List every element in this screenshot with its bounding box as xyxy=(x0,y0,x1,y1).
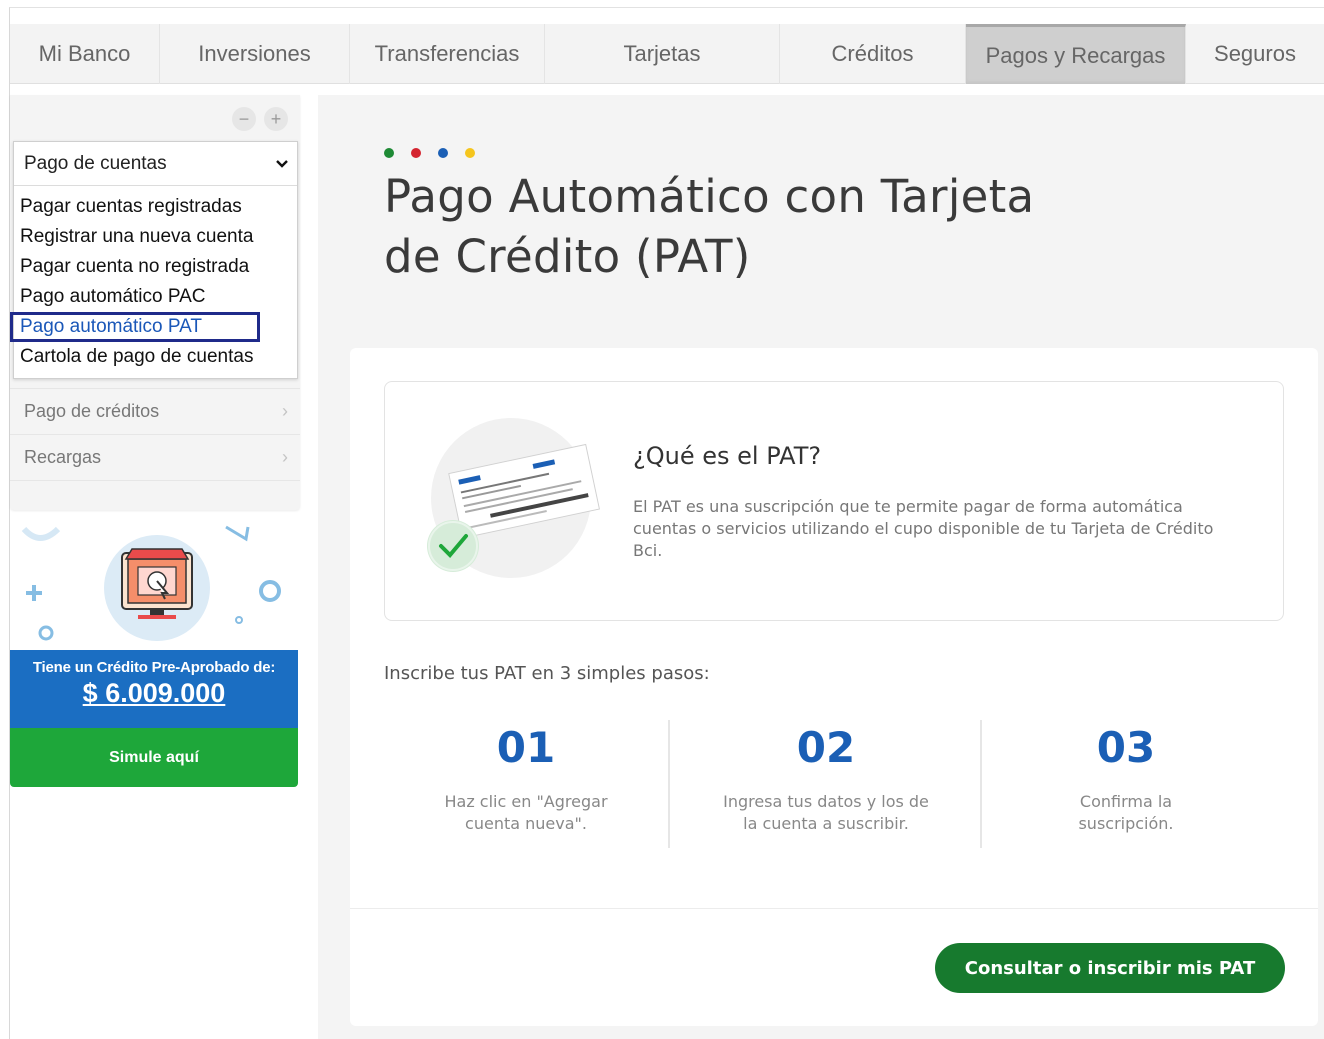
sidebar-item-recargas[interactable]: Recargas › xyxy=(10,434,300,480)
red-dot xyxy=(411,148,421,158)
step-number: 02 xyxy=(796,723,856,772)
brand-dots xyxy=(384,148,475,158)
pat-card: ¿Qué es el PAT? El PAT es una suscripció… xyxy=(350,348,1318,1026)
tab-pagos-y-recargas[interactable]: Pagos y Recargas xyxy=(966,24,1186,84)
sidebar-empty-row xyxy=(10,480,300,510)
dropdown-option-pagar-registradas[interactable]: Pagar cuentas registradas xyxy=(14,192,297,222)
zoom-controls: − + xyxy=(232,107,288,131)
zoom-out-button[interactable]: − xyxy=(232,107,256,131)
page-title-line2: de Crédito (PAT) xyxy=(384,230,751,283)
tab-mi-banco[interactable]: Mi Banco xyxy=(10,24,160,84)
pat-info-title: ¿Qué es el PAT? xyxy=(633,442,822,470)
step-description-line2: suscripción. xyxy=(1078,814,1174,833)
step-number: 01 xyxy=(496,723,556,772)
sidebar-item-label: Recargas xyxy=(24,447,102,467)
top-navigation: Mi Banco Inversiones Transferencias Tarj… xyxy=(10,24,1324,84)
dropdown-option-pagar-no-registrada[interactable]: Pagar cuenta no registrada xyxy=(14,252,297,282)
sidebar-item-pago-creditos[interactable]: Pago de créditos › xyxy=(10,388,300,434)
tab-seguros[interactable]: Seguros xyxy=(1186,24,1324,84)
online-shop-icon xyxy=(21,525,281,641)
step-1: 01 Haz clic en "Agregar cuenta nueva". xyxy=(376,723,676,835)
green-dot xyxy=(384,148,394,158)
consult-enroll-pat-button[interactable]: Consultar o inscribir mis PAT xyxy=(935,943,1285,993)
preapproved-credit-promo: Tiene un Crédito Pre-Aprobado de: $ 6.00… xyxy=(10,515,298,787)
step-description-line2: la cuenta a suscribir. xyxy=(743,814,909,833)
chevron-down-icon xyxy=(276,159,288,168)
blue-dot xyxy=(438,148,448,158)
dropdown-option-registrar-cuenta[interactable]: Registrar una nueva cuenta xyxy=(14,222,297,252)
sidebar-item-label: Pago de créditos xyxy=(24,401,160,421)
promo-amount-link[interactable]: $ 6.009.000 xyxy=(10,678,298,709)
sidebar: − + Pago de cuentas Pagar cuentas regist… xyxy=(10,95,300,510)
step-divider xyxy=(668,720,670,848)
payment-type-dropdown[interactable]: Pago de cuentas Pagar cuentas registrada… xyxy=(10,141,298,379)
promo-illustration xyxy=(10,515,298,650)
page-title: Pago Automático con Tarjeta de Crédito (… xyxy=(384,167,1084,287)
dropdown-selected-label: Pago de cuentas xyxy=(24,152,167,174)
tab-creditos[interactable]: Créditos xyxy=(780,24,966,84)
sidebar-panel: − + Pago de cuentas Pagar cuentas regist… xyxy=(10,95,300,510)
yellow-dot xyxy=(465,148,475,158)
chevron-right-icon: › xyxy=(282,447,288,467)
step-3: 03 Confirma la suscripción. xyxy=(976,723,1276,835)
chevron-right-icon: › xyxy=(282,401,288,421)
tab-tarjetas[interactable]: Tarjetas xyxy=(545,24,780,84)
dropdown-option-pac[interactable]: Pago automático PAC xyxy=(14,282,297,312)
step-description-line1: Confirma la xyxy=(1079,792,1173,811)
main-content: Pago Automático con Tarjeta de Crédito (… xyxy=(318,95,1324,1039)
dropdown-selected[interactable]: Pago de cuentas xyxy=(14,142,297,186)
promo-credit-banner: Tiene un Crédito Pre-Aprobado de: $ 6.00… xyxy=(10,650,298,728)
document-check-icon xyxy=(427,418,601,578)
page-title-line1: Pago Automático con Tarjeta xyxy=(384,170,1035,223)
promo-label: Tiene un Crédito Pre-Aprobado de: xyxy=(32,659,276,676)
step-description-line1: Haz clic en "Agregar xyxy=(444,792,608,811)
pat-info-box: ¿Qué es el PAT? El PAT es una suscripció… xyxy=(384,381,1284,621)
simulate-button[interactable]: Simule aquí xyxy=(10,728,298,787)
step-description: Haz clic en "Agregar cuenta nueva". xyxy=(376,791,676,835)
pat-info-text: El PAT es una suscripción que te permite… xyxy=(633,497,1214,560)
dropdown-option-cartola[interactable]: Cartola de pago de cuentas xyxy=(14,342,297,372)
step-number: 03 xyxy=(1096,723,1156,772)
zoom-in-button[interactable]: + xyxy=(264,107,288,131)
step-description: Confirma la suscripción. xyxy=(976,791,1276,835)
dropdown-options: Pagar cuentas registradas Registrar una … xyxy=(10,186,297,378)
tab-inversiones[interactable]: Inversiones xyxy=(160,24,350,84)
step-2: 02 Ingresa tus datos y los de la cuenta … xyxy=(676,723,976,835)
steps-title: Inscribe tus PAT en 3 simples pasos: xyxy=(384,663,710,684)
step-description-line1: Ingresa tus datos y los de xyxy=(723,792,929,811)
dropdown-option-pat[interactable]: Pago automático PAT xyxy=(10,312,260,342)
tab-transferencias[interactable]: Transferencias xyxy=(350,24,545,84)
card-divider xyxy=(350,908,1318,909)
pat-illustration xyxy=(425,416,605,586)
step-description: Ingresa tus datos y los de la cuenta a s… xyxy=(676,791,976,835)
step-description-line2: cuenta nueva". xyxy=(465,814,587,833)
